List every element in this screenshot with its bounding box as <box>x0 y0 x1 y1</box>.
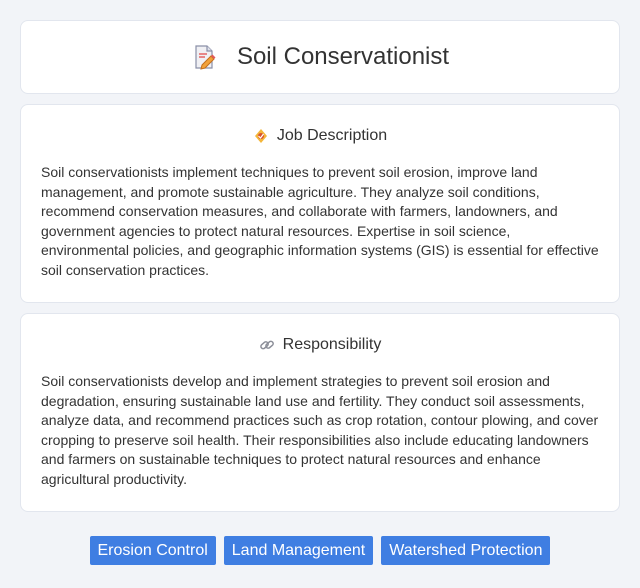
link-icon <box>259 340 274 350</box>
tag-watershed-protection[interactable]: Watershed Protection <box>381 536 551 565</box>
responsibility-text: Soil conservationists develop and implem… <box>41 373 599 487</box>
job-description-header: Job Description <box>41 125 599 147</box>
tag-list: Erosion Control Land Management Watershe… <box>20 536 620 565</box>
page: Soil Conservationist Job Description Soi… <box>0 0 640 565</box>
job-description-text: Soil conservationists implement techniqu… <box>41 164 599 278</box>
badge-icon <box>254 129 267 143</box>
responsibility-card: Responsibility Soil conservationists dev… <box>20 313 620 512</box>
tag-erosion-control[interactable]: Erosion Control <box>89 536 216 565</box>
job-description-card: Job Description Soil conservationists im… <box>20 104 620 303</box>
tag-land-management[interactable]: Land Management <box>223 536 374 565</box>
title-card: Soil Conservationist <box>20 20 620 94</box>
page-title: Soil Conservationist <box>236 43 450 70</box>
responsibility-header: Responsibility <box>41 334 599 356</box>
document-pencil-icon <box>195 45 216 70</box>
responsibility-heading: Responsibility <box>282 336 382 353</box>
job-description-heading: Job Description <box>276 127 388 144</box>
